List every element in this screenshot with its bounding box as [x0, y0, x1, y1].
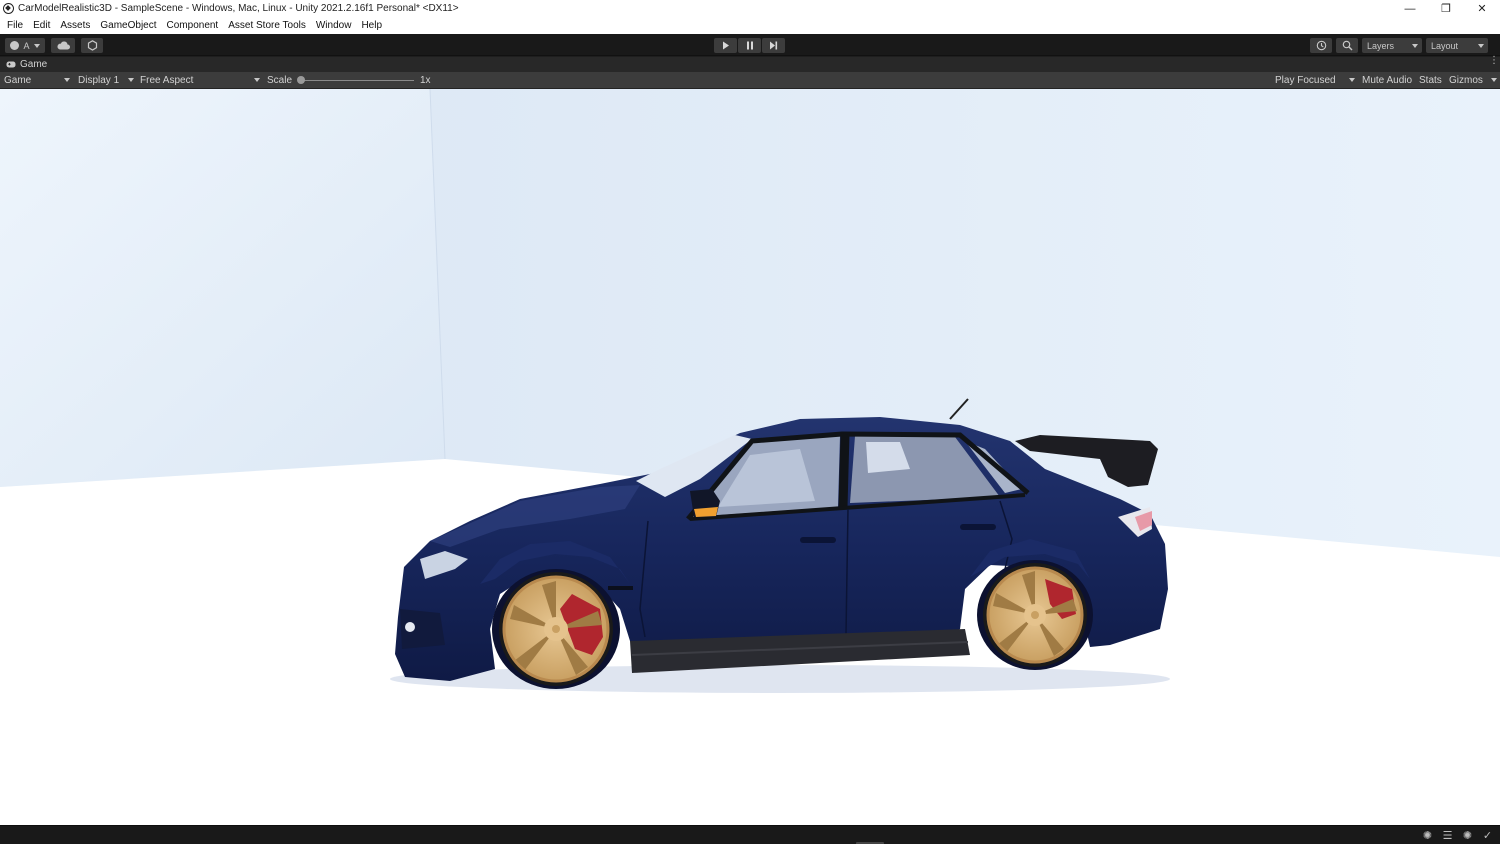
scale-value: 1x — [420, 74, 431, 86]
gizmos-dropdown[interactable]: Gizmos — [1449, 72, 1497, 88]
cache-server-icon[interactable]: ☰ — [1441, 829, 1454, 842]
toolbar-left-group: A — [5, 38, 103, 53]
pause-button[interactable] — [738, 38, 761, 53]
undo-history-button[interactable] — [1310, 38, 1332, 53]
rear-wheel — [983, 563, 1087, 667]
check-circle-icon[interactable]: ✓ — [1481, 829, 1494, 842]
main-toolbar: A Layers Layout — [0, 34, 1500, 56]
mute-audio-toggle[interactable]: Mute Audio — [1362, 72, 1412, 88]
car-front-door-handle — [800, 537, 836, 543]
game-viewport[interactable] — [0, 89, 1500, 825]
scale-label: Scale — [267, 74, 293, 86]
window-title: CarModelRealistic3D - SampleScene - Wind… — [18, 3, 459, 14]
scale-slider-handle[interactable] — [297, 76, 305, 84]
scene-render — [0, 89, 1500, 825]
collab-button[interactable] — [81, 38, 103, 53]
status-bar: ✺ ☰ ✺ ✓ — [0, 825, 1500, 844]
lighting-icon[interactable]: ✺ — [1461, 829, 1474, 842]
chevron-down-icon — [1478, 43, 1484, 48]
aspect-label: Free Aspect — [140, 74, 194, 86]
play-focused-label: Play Focused — [1275, 74, 1336, 86]
left-wall — [0, 89, 445, 487]
display-label: Display 1 — [78, 74, 120, 86]
cloud-icon — [56, 41, 70, 50]
debug-icon[interactable]: ✺ — [1421, 829, 1434, 842]
menu-window[interactable]: Window — [311, 20, 357, 31]
pause-icon — [746, 41, 753, 50]
chevron-down-icon — [1412, 43, 1418, 48]
search-icon — [1342, 40, 1352, 51]
layout-label: Layout — [1431, 40, 1459, 51]
layout-dropdown[interactable]: Layout — [1426, 38, 1488, 53]
car-fog-light — [405, 622, 415, 632]
menu-asset-store-tools[interactable]: Asset Store Tools — [223, 20, 311, 31]
chevron-down-icon — [1349, 78, 1355, 82]
collab-icon — [87, 40, 97, 51]
search-button[interactable] — [1336, 38, 1358, 53]
gizmos-label: Gizmos — [1449, 74, 1483, 86]
menu-file[interactable]: File — [2, 20, 28, 31]
display-dropdown[interactable]: Display 1 — [78, 72, 134, 88]
minimize-icon[interactable]: — — [1392, 0, 1428, 17]
chevron-down-icon — [33, 43, 40, 48]
account-button[interactable]: A — [5, 38, 45, 53]
car-b-pillar — [838, 433, 850, 508]
car-shadow — [390, 665, 1170, 693]
game-mode-dropdown[interactable]: Game — [4, 72, 70, 88]
game-mode-label: Game — [4, 74, 32, 86]
front-wheel — [499, 572, 613, 686]
history-icon — [1316, 40, 1326, 51]
close-icon[interactable]: ✕ — [1464, 0, 1500, 17]
game-tab-bar: Game ⋮ — [0, 56, 1500, 72]
aspect-dropdown[interactable]: Free Aspect — [140, 72, 260, 88]
more-options-icon[interactable]: ⋮ — [1489, 56, 1499, 66]
step-button[interactable] — [762, 38, 785, 53]
play-icon — [722, 41, 729, 50]
unity-logo-icon — [3, 3, 14, 14]
account-label: A — [23, 40, 30, 51]
toolbar-right-group: Layers Layout — [1310, 38, 1488, 53]
tab-game[interactable]: Game — [0, 57, 53, 72]
game-view-toolbar: Game Display 1 Free Aspect Scale 1x Play… — [0, 72, 1500, 89]
menu-gameobject[interactable]: GameObject — [95, 20, 161, 31]
window-title-bar: CarModelRealistic3D - SampleScene - Wind… — [0, 0, 1500, 17]
chevron-down-icon — [64, 78, 70, 82]
status-icons: ✺ ☰ ✺ ✓ — [1421, 829, 1494, 842]
menu-assets[interactable]: Assets — [55, 20, 95, 31]
scale-slider-track[interactable] — [300, 80, 414, 81]
menu-help[interactable]: Help — [356, 20, 387, 31]
playmode-controls — [714, 38, 785, 53]
stats-toggle[interactable]: Stats — [1419, 72, 1442, 88]
step-icon — [770, 41, 778, 50]
menu-bar: File Edit Assets GameObject Component As… — [0, 17, 1500, 34]
car-rear-door-handle — [960, 524, 996, 530]
restore-icon[interactable]: ❐ — [1428, 0, 1464, 17]
play-focused-dropdown[interactable]: Play Focused — [1275, 72, 1355, 88]
layers-label: Layers — [1367, 40, 1395, 51]
window-controls: — ❐ ✕ — [1392, 0, 1500, 17]
car-side-marker — [608, 586, 633, 590]
layers-dropdown[interactable]: Layers — [1362, 38, 1422, 53]
menu-component[interactable]: Component — [162, 20, 224, 31]
menu-edit[interactable]: Edit — [28, 20, 55, 31]
chevron-down-icon — [128, 78, 134, 82]
gamepad-icon — [6, 61, 16, 68]
tab-game-label: Game — [20, 59, 48, 70]
chevron-down-icon — [1491, 78, 1497, 82]
play-button[interactable] — [714, 38, 737, 53]
cloud-button[interactable] — [51, 38, 75, 53]
account-icon — [10, 41, 20, 50]
chevron-down-icon — [254, 78, 260, 82]
